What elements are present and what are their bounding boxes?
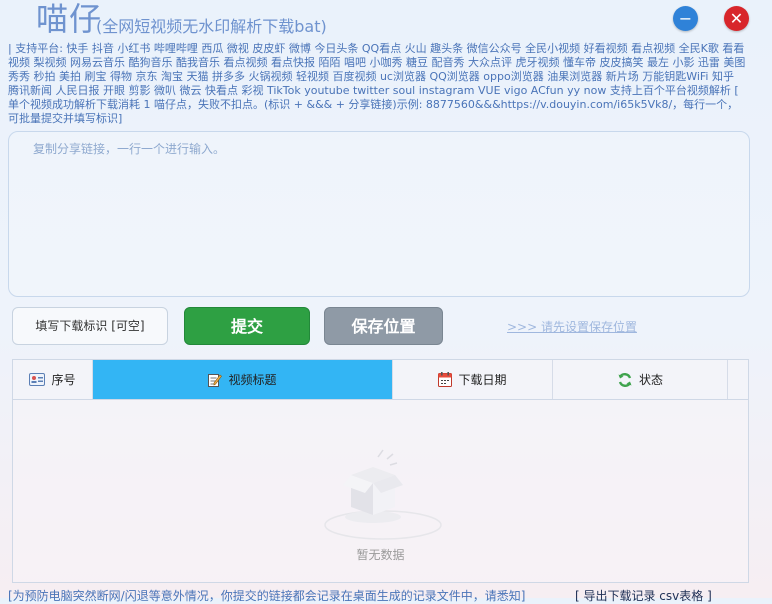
export-csv-link[interactable]: [ 导出下载记录 csv表格 ] <box>575 587 712 604</box>
column-label-date: 下载日期 <box>458 373 507 387</box>
column-header-title[interactable]: 视频标题 <box>93 360 393 399</box>
save-location-button[interactable]: 保存位置 <box>324 307 443 345</box>
app-subtitle: (全网短视频无水印解析下载bat) <box>96 17 327 36</box>
download-table: 序号 视频标题 下载日期 状态 暂无数据 <box>12 359 749 583</box>
column-header-index[interactable]: 序号 <box>13 360 93 399</box>
footer-note: [为预防电脑突然断网/闪退等意外情况，你提交的链接都会记录在桌面生成的记录文件中… <box>8 589 526 603</box>
calendar-icon <box>438 372 453 387</box>
column-label-status: 状态 <box>638 373 663 387</box>
close-icon: ✕ <box>729 9 744 28</box>
table-header: 序号 视频标题 下载日期 状态 <box>13 360 748 400</box>
empty-state-text: 暂无数据 <box>356 548 405 562</box>
empty-box-icon <box>323 445 443 549</box>
minimize-button[interactable]: − <box>673 6 698 31</box>
app-name: 喵仔 <box>36 0 103 38</box>
column-header-date[interactable]: 下载日期 <box>393 360 553 399</box>
column-label-index: 序号 <box>51 373 76 387</box>
column-label-title: 视频标题 <box>228 373 277 387</box>
minimize-icon: − <box>678 9 693 28</box>
set-save-location-link[interactable]: >>> 请先设置保存位置 <box>507 318 637 335</box>
refresh-icon <box>617 372 633 388</box>
share-link-input[interactable] <box>8 131 750 297</box>
column-header-status[interactable]: 状态 <box>553 360 728 399</box>
close-button[interactable]: ✕ <box>724 6 749 31</box>
download-tag-input[interactable] <box>12 307 168 345</box>
edit-note-icon <box>208 373 223 387</box>
id-card-icon <box>29 373 46 386</box>
submit-button[interactable]: 提交 <box>184 307 310 345</box>
supported-platforms-text: | 支持平台: 快手 抖音 小红书 哔哩哔哩 西瓜 微视 皮皮虾 微博 今日头条… <box>8 42 746 125</box>
